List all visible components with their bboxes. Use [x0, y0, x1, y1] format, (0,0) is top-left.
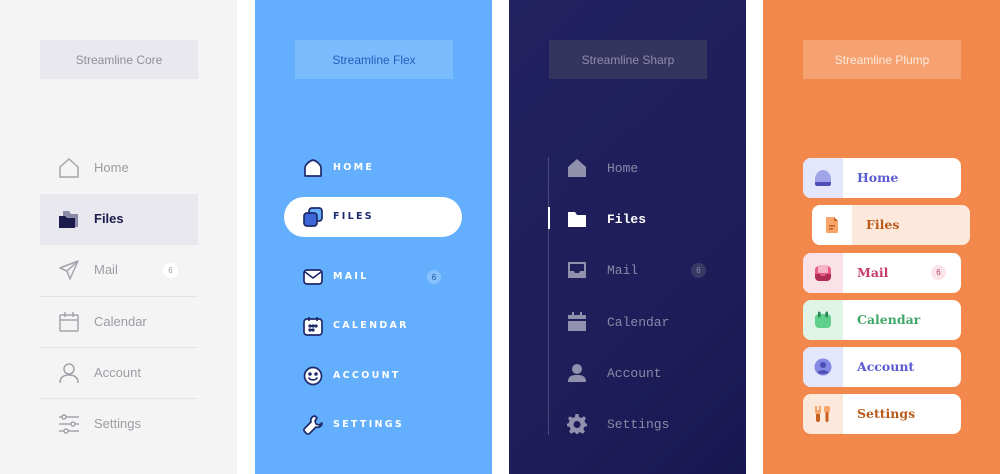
sidebar-item-label: Account — [94, 365, 141, 380]
tools-icon — [803, 394, 843, 434]
sidebar-item-settings[interactable]: SETTINGS — [284, 405, 462, 445]
user-icon — [58, 362, 80, 384]
sidebar-item-label: Settings — [857, 406, 916, 421]
sidebar-item-label: Mail — [857, 265, 889, 280]
sidebar-item-account[interactable]: Account — [803, 347, 961, 387]
sidebar-item-label: Files — [607, 212, 647, 227]
sidebar-item-label: ACCOUNT — [333, 370, 401, 381]
sidebar-item-label: Settings — [607, 417, 670, 432]
unread-badge: 6 — [931, 265, 946, 280]
sidebar-item-label: SETTINGS — [333, 419, 405, 430]
sidebar-item-mail[interactable]: MAIL 6 — [284, 257, 462, 297]
sidebar-item-home[interactable]: Home — [549, 143, 709, 194]
unread-badge: 6 — [691, 263, 706, 278]
sidebar-item-files[interactable]: Files — [812, 205, 970, 245]
sidebar-item-home[interactable]: Home — [40, 143, 198, 194]
sidebar-item-home[interactable]: Home — [803, 158, 961, 198]
smiley-icon — [303, 366, 323, 386]
home-icon — [303, 158, 323, 178]
sidebar-item-mail[interactable]: Mail 6 — [40, 245, 198, 296]
sidebar-item-mail[interactable]: Mail 6 — [803, 253, 961, 293]
inbox-icon — [803, 253, 843, 293]
sidebar-item-label: MAIL — [333, 271, 369, 282]
sidebar-item-label: Files — [866, 217, 900, 232]
sidebar-item-label: Home — [857, 170, 899, 185]
sidebar-item-account[interactable]: Account — [40, 348, 198, 399]
folder-icon — [567, 209, 587, 229]
sidebar-item-label: Account — [607, 366, 662, 381]
sidebar-item-settings[interactable]: Settings — [803, 394, 961, 434]
sidebar-item-label: Home — [94, 160, 129, 175]
files-icon — [303, 207, 323, 227]
sidebar-item-label: Calendar — [94, 314, 147, 329]
panel-title: Streamline Sharp — [549, 40, 707, 79]
inbox-icon — [567, 260, 587, 280]
unread-badge: 6 — [163, 263, 178, 278]
sidebar-item-label: Files — [94, 211, 124, 226]
home-icon — [567, 158, 587, 178]
sidebar-item-label: Mail — [607, 263, 639, 278]
calendar-icon — [58, 311, 80, 333]
sidebar-item-label: FILES — [333, 211, 374, 222]
user-icon — [803, 347, 843, 387]
sidebar-item-account[interactable]: Account — [549, 348, 709, 399]
streamline-flex-panel: Streamline Flex HOME FILES MAIL 6 CALEND… — [255, 0, 492, 474]
sidebar-item-settings[interactable]: Settings — [40, 399, 198, 450]
sidebar-item-files[interactable]: Files — [549, 194, 709, 245]
sidebar-item-label: CALENDAR — [333, 320, 409, 331]
calendar-icon — [303, 316, 323, 336]
calendar-icon — [567, 312, 587, 332]
wrench-icon — [303, 415, 323, 435]
document-icon — [812, 205, 852, 245]
sidebar-item-account[interactable]: ACCOUNT — [284, 356, 462, 396]
send-icon — [58, 259, 80, 281]
sidebar-item-label: Home — [607, 161, 639, 176]
mail-icon — [303, 267, 323, 287]
sliders-icon — [58, 413, 80, 435]
calendar-icon — [803, 300, 843, 340]
folder-icon — [58, 208, 80, 230]
sidebar-item-label: Calendar — [857, 312, 921, 327]
unread-badge: 6 — [427, 270, 441, 284]
sidebar-item-settings[interactable]: Settings — [549, 399, 709, 450]
home-icon — [803, 158, 843, 198]
sidebar-item-calendar[interactable]: CALENDAR — [284, 306, 462, 346]
panel-title: Streamline Flex — [295, 40, 453, 79]
streamline-core-panel: Streamline Core Home Files Mail 6 Calend… — [0, 0, 237, 474]
panel-title: Streamline Core — [40, 40, 198, 79]
sidebar-item-label: Mail — [94, 262, 118, 277]
sidebar-item-label: HOME — [333, 162, 375, 173]
sidebar-item-label: Calendar — [607, 315, 670, 330]
sidebar-item-files[interactable]: FILES — [284, 197, 462, 237]
streamline-sharp-panel: Streamline Sharp Home Files Mail 6 Calen… — [509, 0, 746, 474]
streamline-plump-panel: Streamline Plump Home Files Mail 6 Calen… — [763, 0, 1000, 474]
sidebar-item-files[interactable]: Files — [40, 194, 198, 245]
gear-icon — [567, 414, 587, 434]
sidebar-item-home[interactable]: HOME — [284, 148, 462, 188]
sidebar-item-calendar[interactable]: Calendar — [803, 300, 961, 340]
sidebar-item-calendar[interactable]: Calendar — [40, 297, 198, 348]
user-icon — [567, 363, 587, 383]
panel-title: Streamline Plump — [803, 40, 961, 79]
sidebar-item-calendar[interactable]: Calendar — [549, 297, 709, 348]
home-icon — [58, 157, 80, 179]
sidebar-item-label: Account — [857, 359, 915, 374]
sidebar-item-label: Settings — [94, 416, 141, 431]
sidebar-item-mail[interactable]: Mail 6 — [549, 245, 709, 296]
